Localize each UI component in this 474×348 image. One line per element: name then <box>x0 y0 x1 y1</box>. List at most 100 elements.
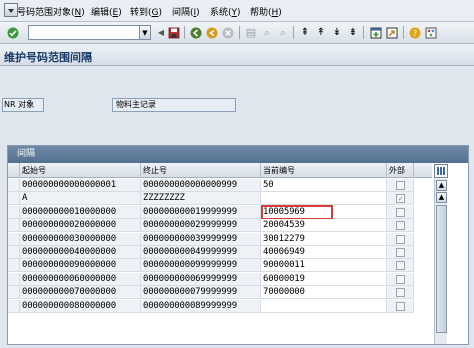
row-selector[interactable] <box>8 286 20 300</box>
menu-hotkey: G <box>151 8 159 18</box>
table-settings-icon[interactable] <box>434 164 448 178</box>
row-selector[interactable] <box>8 299 20 313</box>
menu-number-range-object[interactable]: 号码范围对象(N) <box>17 5 85 18</box>
external-checkbox[interactable] <box>396 288 405 298</box>
command-dropdown-icon[interactable]: ▼ <box>140 25 151 40</box>
menu-suffix: ) <box>237 8 241 18</box>
find-icon[interactable]: ⌕ <box>260 25 274 40</box>
column-header-from[interactable]: 起始号 <box>20 163 141 178</box>
first-page-icon[interactable]: ⇞ <box>298 25 312 40</box>
help-icon[interactable]: ? <box>408 25 422 40</box>
cell-to: 000000000079999999 <box>141 286 261 300</box>
cell-to: 000000000039999999 <box>141 232 261 246</box>
row-selector[interactable] <box>8 246 20 259</box>
menu-system[interactable]: 系统(Y) <box>210 5 241 18</box>
back-icon[interactable] <box>189 25 203 40</box>
exit-icon[interactable] <box>205 25 219 40</box>
external-checkbox[interactable] <box>396 221 405 231</box>
interval-table: 间隔 起始号 终止号 当前编号 外部 000000000000000001 000… <box>7 145 469 345</box>
cell-current-number[interactable]: 30012279 <box>261 232 387 246</box>
next-page-icon[interactable]: ↡ <box>330 25 344 40</box>
menu-edit[interactable]: 编辑(E) <box>91 5 122 18</box>
cell-external <box>387 179 414 192</box>
menu-label: 间隔( <box>172 8 194 18</box>
command-field[interactable] <box>28 25 140 40</box>
external-checkbox[interactable] <box>396 274 405 284</box>
table-row: A ZZZZZZZZ ✓ <box>8 192 432 206</box>
row-selector[interactable] <box>8 179 20 192</box>
cell-to: 000000000029999999 <box>141 219 261 233</box>
cell-current-number[interactable] <box>261 192 387 206</box>
external-checkbox[interactable] <box>396 248 405 257</box>
menu-goto[interactable]: 转到(G) <box>130 5 162 18</box>
external-checkbox[interactable] <box>396 301 405 311</box>
cell-current-number[interactable]: 40006949 <box>261 246 387 259</box>
external-checkbox-checked[interactable]: ✓ <box>396 194 405 204</box>
create-session-icon[interactable] <box>369 25 383 40</box>
table-row: 000000000060000000 000000000069999999 6000… <box>8 272 432 286</box>
external-checkbox[interactable] <box>396 207 405 217</box>
history-back-icon[interactable]: ◀ <box>154 25 168 40</box>
external-checkbox[interactable] <box>396 181 405 190</box>
row-selector[interactable] <box>8 232 20 246</box>
cancel-icon[interactable] <box>221 25 235 40</box>
cell-from: 000000000080000000 <box>20 299 141 313</box>
toolbar-separator <box>363 26 364 39</box>
menu-label: 号码范围对象( <box>17 8 75 18</box>
cell-current-number[interactable] <box>261 299 387 313</box>
menu-suffix: ) <box>81 8 85 18</box>
cell-current-number[interactable]: 90000011 <box>261 259 387 273</box>
cell-from: 000000000070000000 <box>20 286 141 300</box>
shortcut-icon[interactable] <box>385 25 399 40</box>
row-selector[interactable] <box>8 205 20 219</box>
row-selector-header[interactable] <box>8 163 20 178</box>
column-header-current[interactable]: 当前编号 <box>261 163 387 178</box>
table-row: 000000000010000000 000000000019999999 1000… <box>8 204 432 220</box>
enter-icon[interactable] <box>6 25 20 40</box>
cell-current-number[interactable]: 70000000 <box>261 286 387 300</box>
scroll-thumb[interactable] <box>436 205 447 333</box>
menu-help[interactable]: 帮助(H) <box>250 5 282 18</box>
cell-external: ✓ <box>387 192 414 206</box>
scroll-up-icon[interactable]: ▲ <box>436 180 447 191</box>
table-row: 000000000030000000 000000000039999999 3001… <box>8 232 432 246</box>
menu-label: 系统( <box>210 8 232 18</box>
cell-current-number[interactable]: 60000019 <box>261 272 387 286</box>
cell-from: A <box>20 192 141 206</box>
menu-interval[interactable]: 间隔(I) <box>172 5 200 18</box>
cell-external <box>387 286 414 300</box>
row-selector[interactable] <box>8 192 20 206</box>
vertical-scrollbar[interactable]: ▲ ▲ <box>434 179 447 344</box>
previous-page-icon[interactable]: ↟ <box>314 25 328 40</box>
save-icon[interactable] <box>167 25 181 40</box>
menu-suffix: ) <box>196 8 200 18</box>
table-row: 000000000080000000 000000000089999999 <box>8 299 432 313</box>
last-page-icon[interactable]: ⇟ <box>346 25 360 40</box>
print-icon[interactable]: ▤ <box>244 25 258 40</box>
column-header-external[interactable]: 外部 <box>387 163 414 178</box>
table-header-row: 起始号 终止号 当前编号 外部 <box>8 163 432 178</box>
column-header-to[interactable]: 终止号 <box>141 163 261 178</box>
menu-suffix: ) <box>158 8 163 18</box>
row-selector[interactable] <box>8 219 20 233</box>
cell-to: 000000000000000999 <box>141 179 261 192</box>
system-menu-icon[interactable] <box>4 3 18 17</box>
external-checkbox[interactable] <box>396 234 405 244</box>
row-selector[interactable] <box>8 272 20 286</box>
cell-current-number[interactable]: 20004539 <box>261 219 387 233</box>
find-next-icon[interactable]: ⌕ <box>276 25 290 40</box>
cell-external <box>387 259 414 273</box>
standard-toolbar: ▼ ◀ ▤ ⌕ ⌕ ⇞ ↟ ↡ ⇟ ? <box>0 22 474 44</box>
cell-from: 000000000040000000 <box>20 246 141 259</box>
cell-from: 000000000000000001 <box>20 179 141 192</box>
cell-external <box>387 272 414 286</box>
row-selector[interactable] <box>8 259 20 273</box>
cell-external <box>387 232 414 246</box>
toolbar-separator <box>184 26 185 39</box>
menu-bar: 号码范围对象(N) 编辑(E) 转到(G) 间隔(I) 系统(Y) 帮助(H) <box>0 0 474 22</box>
scroll-page-up-icon[interactable]: ▲ <box>436 192 447 203</box>
cell-current-number[interactable]: 50 <box>261 179 387 192</box>
external-checkbox[interactable] <box>396 261 405 271</box>
highlight-box <box>261 204 333 220</box>
customize-layout-icon[interactable] <box>424 25 438 40</box>
